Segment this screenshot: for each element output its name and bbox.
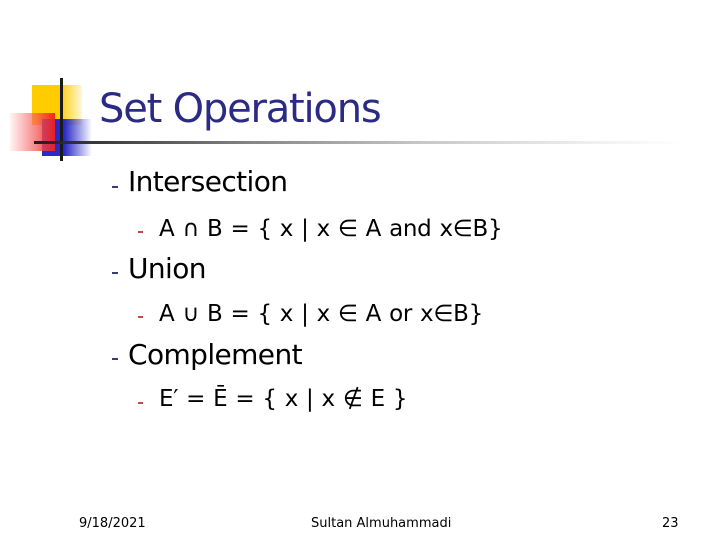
bullet-complement: Complement [128, 338, 303, 371]
vertical-line-decoration [60, 78, 63, 161]
bullet-icon [112, 272, 118, 274]
slide-number: 23 [662, 516, 679, 531]
sub-bullet-icon [138, 402, 143, 404]
red-square-decoration [10, 113, 55, 151]
slide-logo-decoration [0, 0, 110, 170]
slide: Set Operations Intersection A ∩ B = { x … [0, 0, 720, 540]
complement-formula: E′ = Ē = { x | x ∉ E } [159, 386, 408, 412]
bullet-union: Union [128, 252, 207, 285]
bullet-icon [112, 358, 118, 360]
footer-date: 9/18/2021 [79, 516, 146, 531]
union-formula: A ∪ B = { x | x ∈ A or x∈B} [159, 301, 483, 327]
sub-bullet-icon [138, 316, 143, 318]
bullet-icon [112, 186, 118, 188]
slide-title: Set Operations [99, 86, 382, 132]
bullet-intersection: Intersection [128, 165, 288, 198]
title-underline-divider [34, 141, 684, 144]
intersection-formula: A ∩ B = { x | x ∈ A and x∈B} [159, 216, 503, 242]
sub-bullet-icon [138, 231, 143, 233]
footer-author: Sultan Almuhammadi [311, 516, 452, 531]
